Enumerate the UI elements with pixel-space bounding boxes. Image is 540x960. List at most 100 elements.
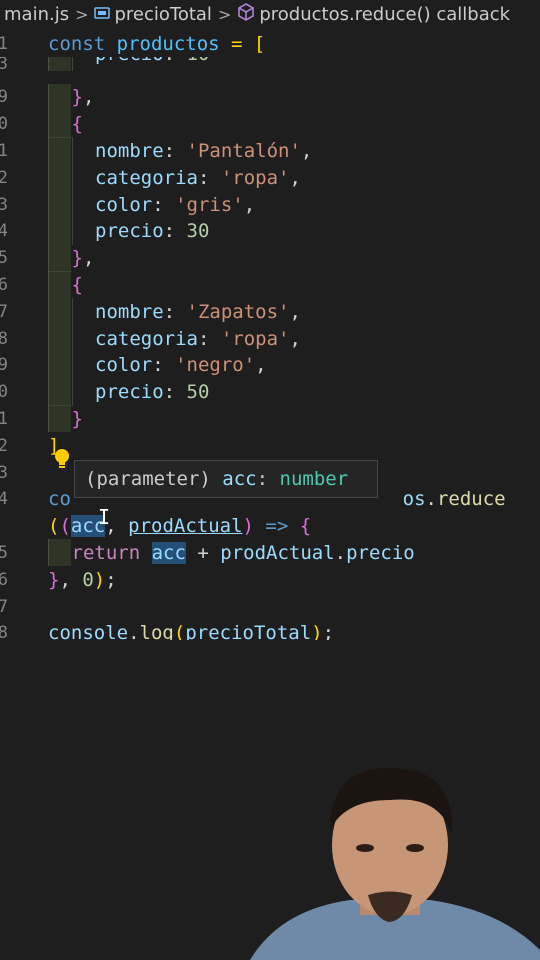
line-number: 1 (0, 33, 8, 54)
code-line[interactable]: 2] (0, 432, 540, 459)
code-token: . (425, 488, 437, 511)
line-number: 6 (0, 274, 8, 295)
lightbulb-icon[interactable] (52, 448, 72, 470)
code-line[interactable]: 4 precio: 30 (0, 217, 540, 245)
code-text: categoria: 'ropa', (95, 167, 301, 189)
breadcrumb-symbol-preciototal[interactable]: precioTotal (114, 4, 211, 25)
indent-guide (71, 57, 73, 71)
code-token: 'ropa' (220, 327, 290, 350)
code-line[interactable]: 8 console.log(precioTotal); (0, 620, 540, 640)
code-line[interactable]: 9}, (0, 83, 540, 111)
code-text: color: 'gris', (95, 194, 255, 216)
code-token: : (152, 193, 176, 216)
line-number: 6 (0, 569, 8, 590)
breadcrumb: main.js > precioTotal > productos.reduce… (0, 0, 540, 28)
code-token: os (402, 488, 426, 511)
code-token: acc (151, 541, 186, 564)
code-text: = [ (219, 32, 266, 55)
indent-highlight (48, 325, 71, 352)
code-token: nombre (95, 139, 164, 162)
line-number: 3 (0, 57, 8, 71)
code-line[interactable]: 7 (0, 593, 540, 620)
code-token: color (95, 193, 153, 216)
code-token: 0 (82, 568, 94, 591)
code-token: => (265, 515, 289, 538)
code-line[interactable]: 1} (0, 405, 540, 433)
code-token: precioTotal (185, 622, 312, 640)
code-token: , (82, 86, 95, 109)
identifier: productos (116, 32, 220, 55)
code-token: ( (59, 515, 71, 538)
code-token: { (71, 113, 83, 136)
code-token: : (197, 166, 221, 189)
code-token: } (48, 568, 60, 591)
line-number: 1 (0, 408, 8, 429)
sticky-scroll-line[interactable]: 1 const productos = [ (0, 30, 540, 57)
code-token: ( (173, 622, 186, 640)
code-line[interactable]: 5}, (0, 244, 540, 272)
line-number: 4 (0, 221, 8, 242)
breadcrumb-symbol-callback[interactable]: productos.reduce() callback (259, 4, 510, 25)
code-line[interactable]: 0 precio: 50 (0, 378, 540, 406)
line-number: 7 (0, 596, 8, 617)
indent-guide (71, 325, 73, 352)
code-editor[interactable]: 1 const productos = [ 3precio: 109},0{1n… (0, 30, 540, 640)
code-token: , (289, 300, 301, 323)
code-line[interactable]: 0{ (0, 110, 540, 138)
code-token: 'gris' (175, 193, 244, 216)
code-token: , (82, 247, 95, 270)
code-token: categoria (95, 166, 198, 189)
code-line[interactable]: 1 nombre: 'Pantalón', (0, 137, 540, 165)
code-text: color: 'negro', (95, 354, 267, 376)
code-text: } (72, 408, 83, 430)
indent-highlight (48, 298, 71, 326)
tooltip-type: number (279, 468, 349, 490)
code-line[interactable]: 6{ (0, 271, 540, 299)
code-text: }, (72, 86, 95, 108)
line-number: 9 (0, 355, 8, 376)
code-token: : (163, 220, 187, 243)
code-line[interactable]: 8 categoria: 'ropa', (0, 325, 540, 352)
line-number: 0 (0, 114, 8, 135)
code-token: 30 (186, 220, 210, 243)
code-token: : (164, 57, 187, 65)
indent-highlight (48, 405, 71, 433)
code-text: }, (72, 247, 95, 269)
breadcrumb-file[interactable]: main.js (4, 4, 69, 25)
code-token: : (163, 139, 187, 162)
code-token: precio (95, 57, 164, 65)
line-number: 7 (0, 301, 8, 322)
code-text: precio: 30 (95, 220, 209, 242)
code-line[interactable]: 6 }, 0); (0, 566, 540, 593)
code-line[interactable]: 7 nombre: 'Zapatos', (0, 298, 540, 326)
code-token: 'Zapatos' (186, 300, 290, 323)
line-number: 5 (0, 542, 8, 563)
code-line[interactable]: 3 color: 'gris', (0, 191, 540, 218)
indent-highlight (48, 217, 71, 245)
indent-highlight (48, 539, 71, 567)
code-token: ) (93, 568, 106, 591)
indent-guide (71, 351, 73, 379)
code-token: { (71, 273, 83, 296)
code-token: 'Pantalón' (186, 139, 301, 162)
indent-highlight (48, 57, 71, 71)
indent-highlight (48, 83, 71, 111)
indent-guide (71, 217, 73, 245)
code-line[interactable]: 9 color: 'negro', (0, 351, 540, 379)
code-line[interactable]: 5 return acc + prodActual.precio (0, 539, 540, 567)
code-token: log (139, 622, 174, 640)
code-token: reduce (436, 488, 506, 511)
line-number: 5 (0, 248, 8, 269)
code-text: }, 0); (48, 569, 117, 591)
line-number: 0 (0, 382, 8, 403)
code-line[interactable]: ((acc, prodActual) => { (0, 513, 540, 540)
webcam-overlay (240, 760, 540, 960)
code-line[interactable]: 3 precio: 10 (0, 57, 540, 71)
code-token: { (299, 515, 312, 538)
code-line[interactable]: 2 categoria: 'ropa', (0, 164, 540, 192)
code-token: ; (322, 622, 335, 640)
text-cursor-icon: I (98, 506, 110, 528)
code-token: co (48, 488, 71, 511)
